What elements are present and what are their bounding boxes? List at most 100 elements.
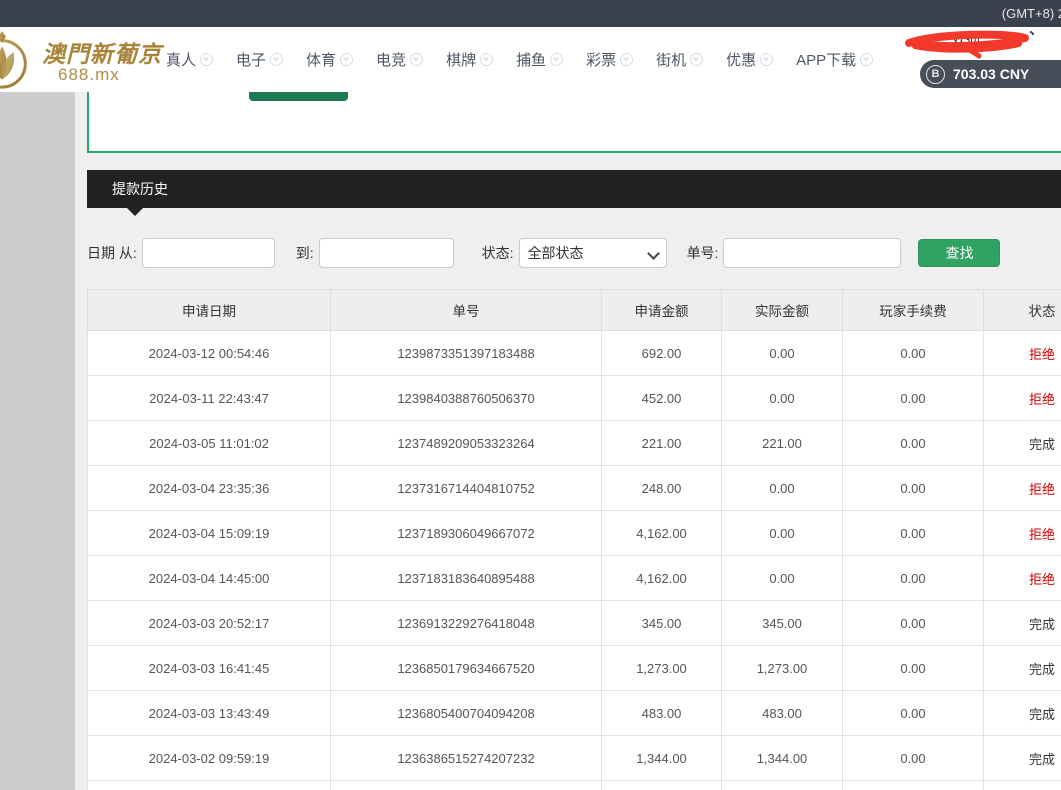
submit-button-clipped[interactable]	[249, 92, 348, 101]
cell-order-number: 1236850179634667520	[331, 646, 602, 691]
nav-item-label: 优惠	[726, 49, 756, 70]
logo-domain: 688.mx	[58, 65, 120, 85]
cell-apply-date: 2024-03-03 16:41:45	[88, 646, 331, 691]
table-row: 2024-03-04 15:09:19 1237189306049667072 …	[88, 511, 1061, 556]
circle-chevron-down-icon	[760, 53, 773, 66]
table-row: 2024-03-12 00:54:46 1239873351397183488 …	[88, 331, 1061, 376]
search-button[interactable]: 查找	[918, 239, 1000, 267]
balance-amount: 703.03 CNY	[953, 66, 1029, 82]
cell-player-fee: 0.00	[843, 331, 984, 376]
cell-player-fee: 0.00	[843, 601, 984, 646]
panel-title: 提款历史	[87, 170, 1061, 208]
status-badge: 拒绝	[1029, 392, 1055, 407]
col-status: 状态	[984, 290, 1061, 331]
cell-actual-amount: 0.00	[722, 511, 843, 556]
cell-actual-amount: 0.00	[722, 466, 843, 511]
cell-apply-amount: 4,162.00	[602, 556, 722, 601]
logo-title: 澳門新葡京	[42, 35, 172, 69]
cell-order-number: 1239840388760506370	[331, 376, 602, 421]
table-row: 2024-03-04 14:45:00 1237183183640895488 …	[88, 556, 1061, 601]
date-to-input[interactable]	[319, 238, 454, 268]
main-content: 提款历史 日期 从: 到: 状态: 全部状态 单号: 查找	[87, 92, 1061, 790]
table-header: 申请日期 单号 申请金额 实际金额 玩家手续费 状态	[88, 290, 1061, 331]
cell-order-number: 1237489209053323264	[331, 421, 602, 466]
status-select[interactable]: 全部状态	[519, 238, 667, 268]
cell-status: 完成	[984, 421, 1061, 466]
main-nav: 真人 电子 体育 电竞 棋牌	[166, 27, 873, 92]
timezone-label: (GMT+8) 2	[1002, 0, 1061, 27]
col-order-number: 单号	[331, 290, 602, 331]
status-badge: 拒绝	[1029, 482, 1055, 497]
bitcoin-icon: B	[926, 65, 945, 84]
cell-apply-date: 2024-03-11 22:43:47	[88, 376, 331, 421]
cell-apply-date: 2024-03-02 09:29:08	[88, 781, 331, 790]
circle-chevron-down-icon	[620, 53, 633, 66]
nav-item[interactable]: 电子	[236, 49, 283, 70]
nav-item-label: 捕鱼	[516, 49, 546, 70]
nav-item-label: 街机	[656, 49, 686, 70]
cell-player-fee: 0.00	[843, 736, 984, 781]
circle-chevron-down-icon	[340, 53, 353, 66]
cell-apply-amount: 248.00	[602, 466, 722, 511]
cell-actual-amount: 221.00	[722, 421, 843, 466]
circle-chevron-down-icon	[860, 53, 873, 66]
cell-order-number: 1237183183640895488	[331, 556, 602, 601]
status-badge: 拒绝	[1029, 527, 1055, 542]
top-bar: (GMT+8) 2	[0, 0, 1061, 27]
balance-pill[interactable]: B 703.03 CNY	[920, 60, 1061, 88]
page: (GMT+8) 2 澳門新葡京 688.mx	[0, 0, 1061, 790]
nav-item-label: 体育	[306, 49, 336, 70]
cell-status: 拒绝	[984, 556, 1061, 601]
col-apply-date: 申请日期	[88, 290, 331, 331]
cell-actual-amount: 345.00	[722, 601, 843, 646]
circle-chevron-down-icon	[550, 53, 563, 66]
cell-apply-amount: 1,273.00	[602, 646, 722, 691]
cell-apply-amount: 1,214.00	[602, 781, 722, 790]
nav-item[interactable]: 捕鱼	[516, 49, 563, 70]
cell-order-number: 1236805400704094208	[331, 691, 602, 736]
col-actual-amount: 实际金额	[722, 290, 843, 331]
nav-item[interactable]: 街机	[656, 49, 703, 70]
cell-actual-amount: 0.00	[722, 331, 843, 376]
cell-status: 完成	[984, 736, 1061, 781]
panel-title-bar: 提款历史	[87, 170, 1061, 208]
status-badge: 完成	[1029, 707, 1055, 722]
status-badge: 拒绝	[1029, 572, 1055, 587]
left-gutter	[0, 92, 75, 790]
nav-item-label: APP下载	[796, 49, 856, 70]
cell-actual-amount: 0.00	[722, 376, 843, 421]
withdraw-form-panel	[87, 92, 1061, 153]
nav-item[interactable]: 电竞	[376, 49, 423, 70]
date-from-input[interactable]	[142, 238, 275, 268]
cell-order-number: 1236386515274207232	[331, 736, 602, 781]
col-apply-amount: 申请金额	[602, 290, 722, 331]
cell-player-fee: 0.00	[843, 781, 984, 790]
circle-chevron-down-icon	[410, 53, 423, 66]
nav-item[interactable]: 优惠	[726, 49, 773, 70]
cell-player-fee: 0.00	[843, 376, 984, 421]
nav-item[interactable]: APP下载	[796, 49, 873, 70]
table-row: 2024-03-02 09:59:19 1236386515274207232 …	[88, 736, 1061, 781]
cell-actual-amount: 1,214.00	[722, 781, 843, 790]
cell-apply-amount: 452.00	[602, 376, 722, 421]
status-badge: 完成	[1029, 437, 1055, 452]
cell-apply-date: 2024-03-12 00:54:46	[88, 331, 331, 376]
order-input[interactable]	[723, 238, 901, 268]
table-row: 2024-03-11 22:43:47 1239840388760506370 …	[88, 376, 1061, 421]
cell-player-fee: 0.00	[843, 556, 984, 601]
cell-status: 完成	[984, 601, 1061, 646]
nav-item[interactable]: 彩票	[586, 49, 633, 70]
circle-chevron-down-icon	[480, 53, 493, 66]
nav-item[interactable]: 真人	[166, 49, 213, 70]
nav-item-label: 棋牌	[446, 49, 476, 70]
redaction-scribble	[901, 27, 1035, 59]
nav-item[interactable]: 体育	[306, 49, 353, 70]
order-label: 单号:	[687, 243, 719, 263]
cell-status: 拒绝	[984, 466, 1061, 511]
cell-apply-date: 2024-03-03 13:43:49	[88, 691, 331, 736]
cell-order-number: 1237316714404810752	[331, 466, 602, 511]
cell-status: 拒绝	[984, 376, 1061, 421]
cell-status: 拒绝	[984, 331, 1061, 376]
nav-item[interactable]: 棋牌	[446, 49, 493, 70]
cell-apply-amount: 692.00	[602, 331, 722, 376]
